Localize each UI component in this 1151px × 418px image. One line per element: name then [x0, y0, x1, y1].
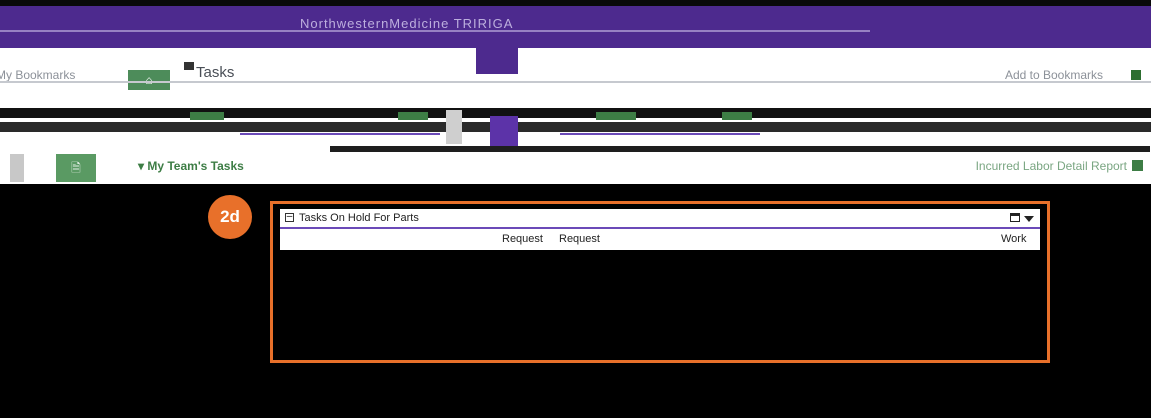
my-teams-tasks-label: My Team's Tasks: [147, 159, 244, 173]
section-header: 🗎 ▾ My Team's Tasks Incurred Labor Detai…: [0, 146, 1151, 184]
app-title: NorthwesternMedicine TRIRIGA: [300, 16, 514, 31]
maximize-icon[interactable]: [1010, 213, 1020, 222]
bookmarks-divider: [0, 81, 1151, 83]
table-header: Request Request Work: [280, 233, 1040, 250]
callout-badge: 2d: [208, 195, 252, 239]
toolbar-separator: [446, 110, 462, 144]
my-bookmarks-link[interactable]: My Bookmarks: [0, 68, 75, 82]
top-banner: NorthwesternMedicine TRIRIGA: [0, 0, 1151, 48]
column-header-request-class[interactable]: Request: [559, 233, 600, 245]
filter-dropdown[interactable]: [722, 112, 752, 120]
column-header-work[interactable]: Work: [1001, 233, 1026, 245]
bookmark-flag-icon: [1131, 70, 1141, 80]
section-topline: [330, 146, 1150, 152]
filter-dropdown[interactable]: [596, 112, 636, 120]
panel-title: Tasks On Hold For Parts: [299, 212, 419, 224]
expand-caret-icon: ▾: [138, 159, 148, 173]
column-header-request-id[interactable]: Request: [502, 233, 543, 245]
my-teams-tasks-toggle[interactable]: ▾ My Team's Tasks: [138, 159, 244, 173]
collapse-icon[interactable]: –: [285, 212, 294, 222]
home-button[interactable]: ⌂: [128, 70, 170, 90]
home-icon: ⌂: [145, 73, 153, 87]
filter-underline: [560, 133, 760, 135]
active-tab[interactable]: [476, 46, 518, 74]
report-button[interactable]: 🗎: [56, 154, 96, 182]
filter-toolbar: [0, 100, 1151, 146]
panel-header: – Tasks On Hold For Parts: [280, 209, 1040, 229]
report-export-icon[interactable]: [1132, 160, 1143, 171]
document-icon: 🗎: [71, 161, 81, 175]
filter-dropdown[interactable]: [398, 112, 428, 120]
page-title: Tasks: [196, 64, 235, 81]
filter-dropdown[interactable]: [190, 112, 224, 120]
tasks-on-hold-panel: – Tasks On Hold For Parts Request Reques…: [270, 201, 1050, 363]
panel-menu-icon[interactable]: [1024, 216, 1034, 222]
panel-content: – Tasks On Hold For Parts Request Reques…: [280, 209, 1040, 250]
left-scroll-handle[interactable]: [10, 154, 24, 182]
filter-underline: [240, 133, 440, 135]
banner-stripe: [0, 0, 1151, 6]
incurred-labor-report-link[interactable]: Incurred Labor Detail Report: [976, 159, 1127, 173]
filter-band: [0, 108, 1151, 118]
banner-divider: [0, 30, 870, 32]
add-to-bookmarks-link[interactable]: Add to Bookmarks: [1005, 68, 1103, 82]
filter-band-lower: [0, 122, 1151, 132]
bookmarks-bar: My Bookmarks ⌂ Tasks Add to Bookmarks: [0, 46, 1151, 100]
tasks-icon: [184, 62, 194, 70]
toolbar-purple-button[interactable]: [490, 116, 518, 146]
